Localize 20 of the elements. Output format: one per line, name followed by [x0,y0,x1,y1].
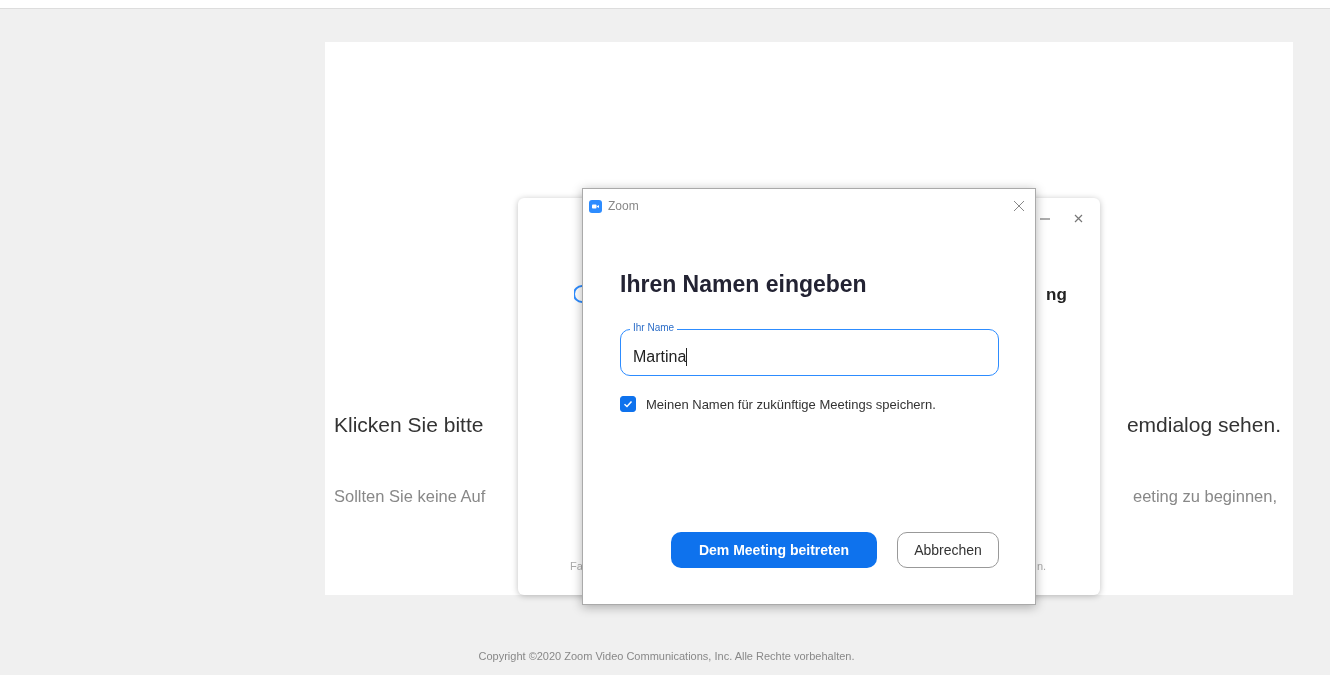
checkbox[interactable] [620,396,636,412]
close-icon[interactable] [1013,200,1025,212]
instruction-text: Klicken Sie bitte [334,413,484,437]
footer-text: n. [1037,560,1047,572]
footer-text: Fa [570,560,583,572]
copyright-text: Copyright ©2020 Zoom Video Communications, Inc. Alle Rechte vorbehalten. [478,650,855,662]
note-text: eeting zu beginnen, [1132,487,1277,506]
camera-icon [589,199,602,213]
instruction-text: emdialog sehen. [1126,413,1281,437]
join-button[interactable]: Dem Meeting beitreten [671,532,877,568]
arc-icon [574,285,582,303]
dialog-heading: Ihren Namen eingeben [620,271,868,298]
checkbox-label[interactable]: Meinen Namen für zukünftige Meetings speichern. [646,396,936,412]
window-title: Zoom [608,199,639,213]
close-icon[interactable] [1074,214,1083,223]
note-text: Sollten Sie keine Auf [334,487,486,506]
heading-text: ng [1046,285,1067,305]
field-label: Ihr Name [630,322,678,334]
cancel-button[interactable]: Abbrechen [897,532,999,568]
check-icon [623,399,633,409]
